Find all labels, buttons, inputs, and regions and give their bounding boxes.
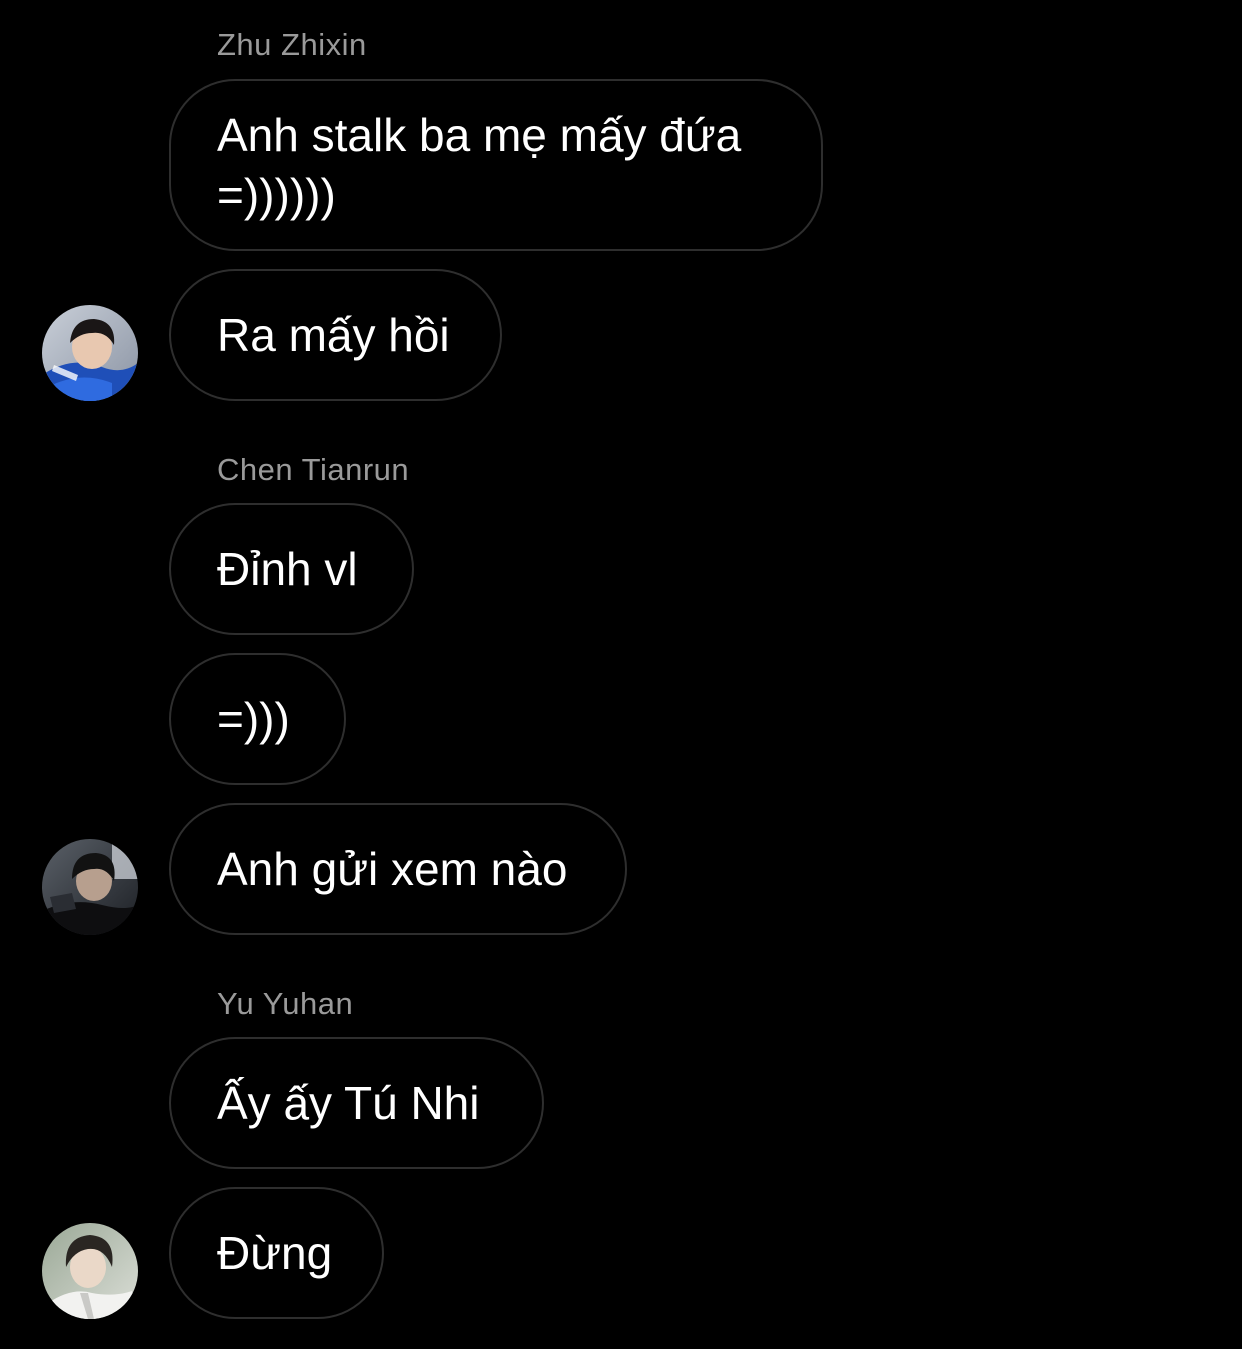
message-bubble[interactable]: Anh gửi xem nào bbox=[169, 803, 627, 935]
message-text: Anh gửi xem nào bbox=[217, 843, 568, 895]
message-text: Đừng bbox=[217, 1227, 333, 1279]
avatar[interactable] bbox=[42, 839, 138, 935]
message-text: Đỉnh vl bbox=[217, 543, 358, 595]
avatar[interactable] bbox=[42, 1223, 138, 1319]
message-text: Anh stalk ba mẹ mấy đứa =)))))) bbox=[217, 109, 742, 221]
message-bubble[interactable]: Ấy ấy Tú Nhi bbox=[169, 1037, 544, 1169]
sender-name: Zhu Zhixin bbox=[217, 27, 367, 62]
message-bubble[interactable]: Ra mấy hồi bbox=[169, 269, 502, 401]
avatar[interactable] bbox=[42, 305, 138, 401]
message-bubble[interactable]: Đừng bbox=[169, 1187, 384, 1319]
message-bubble[interactable]: Anh stalk ba mẹ mấy đứa =)))))) bbox=[169, 79, 823, 251]
sender-name: Chen Tianrun bbox=[217, 452, 410, 487]
message-bubble[interactable]: =))) bbox=[169, 653, 346, 785]
message-text: Ấy ấy Tú Nhi bbox=[217, 1077, 480, 1129]
sender-name: Yu Yuhan bbox=[217, 986, 354, 1021]
message-text: Ra mấy hồi bbox=[217, 309, 450, 361]
message-bubble[interactable]: Đỉnh vl bbox=[169, 503, 414, 635]
message-text: =))) bbox=[217, 693, 290, 745]
